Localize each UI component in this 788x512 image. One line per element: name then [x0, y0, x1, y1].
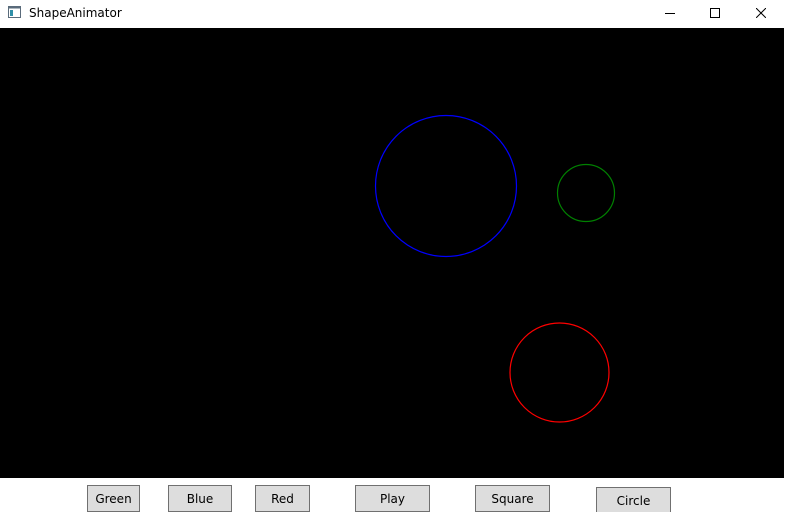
green-button[interactable]: Green	[87, 485, 140, 512]
app-window: ShapeAnimator Green Blue Red Play Square…	[0, 0, 788, 512]
play-button[interactable]: Play	[355, 485, 430, 512]
red-circle	[509, 322, 610, 423]
green-circle	[556, 163, 616, 223]
maximize-button[interactable]	[692, 0, 738, 26]
app-icon	[8, 6, 21, 18]
square-button[interactable]: Square	[475, 485, 550, 512]
red-button[interactable]: Red	[255, 485, 310, 512]
window-border	[784, 0, 788, 512]
blue-circle	[374, 114, 518, 258]
minimize-button[interactable]	[647, 0, 693, 26]
shape-layer	[374, 114, 616, 423]
maximize-icon	[710, 8, 720, 18]
title-bar[interactable]: ShapeAnimator	[0, 0, 784, 27]
close-icon	[756, 8, 766, 18]
minimize-icon	[665, 13, 675, 14]
button-bar: Green Blue Red Play Square Circle	[0, 478, 784, 512]
window-title: ShapeAnimator	[29, 6, 122, 20]
close-button[interactable]	[738, 0, 784, 26]
blue-button[interactable]: Blue	[168, 485, 232, 512]
animation-canvas[interactable]	[0, 28, 784, 478]
circle-button[interactable]: Circle	[596, 487, 671, 512]
